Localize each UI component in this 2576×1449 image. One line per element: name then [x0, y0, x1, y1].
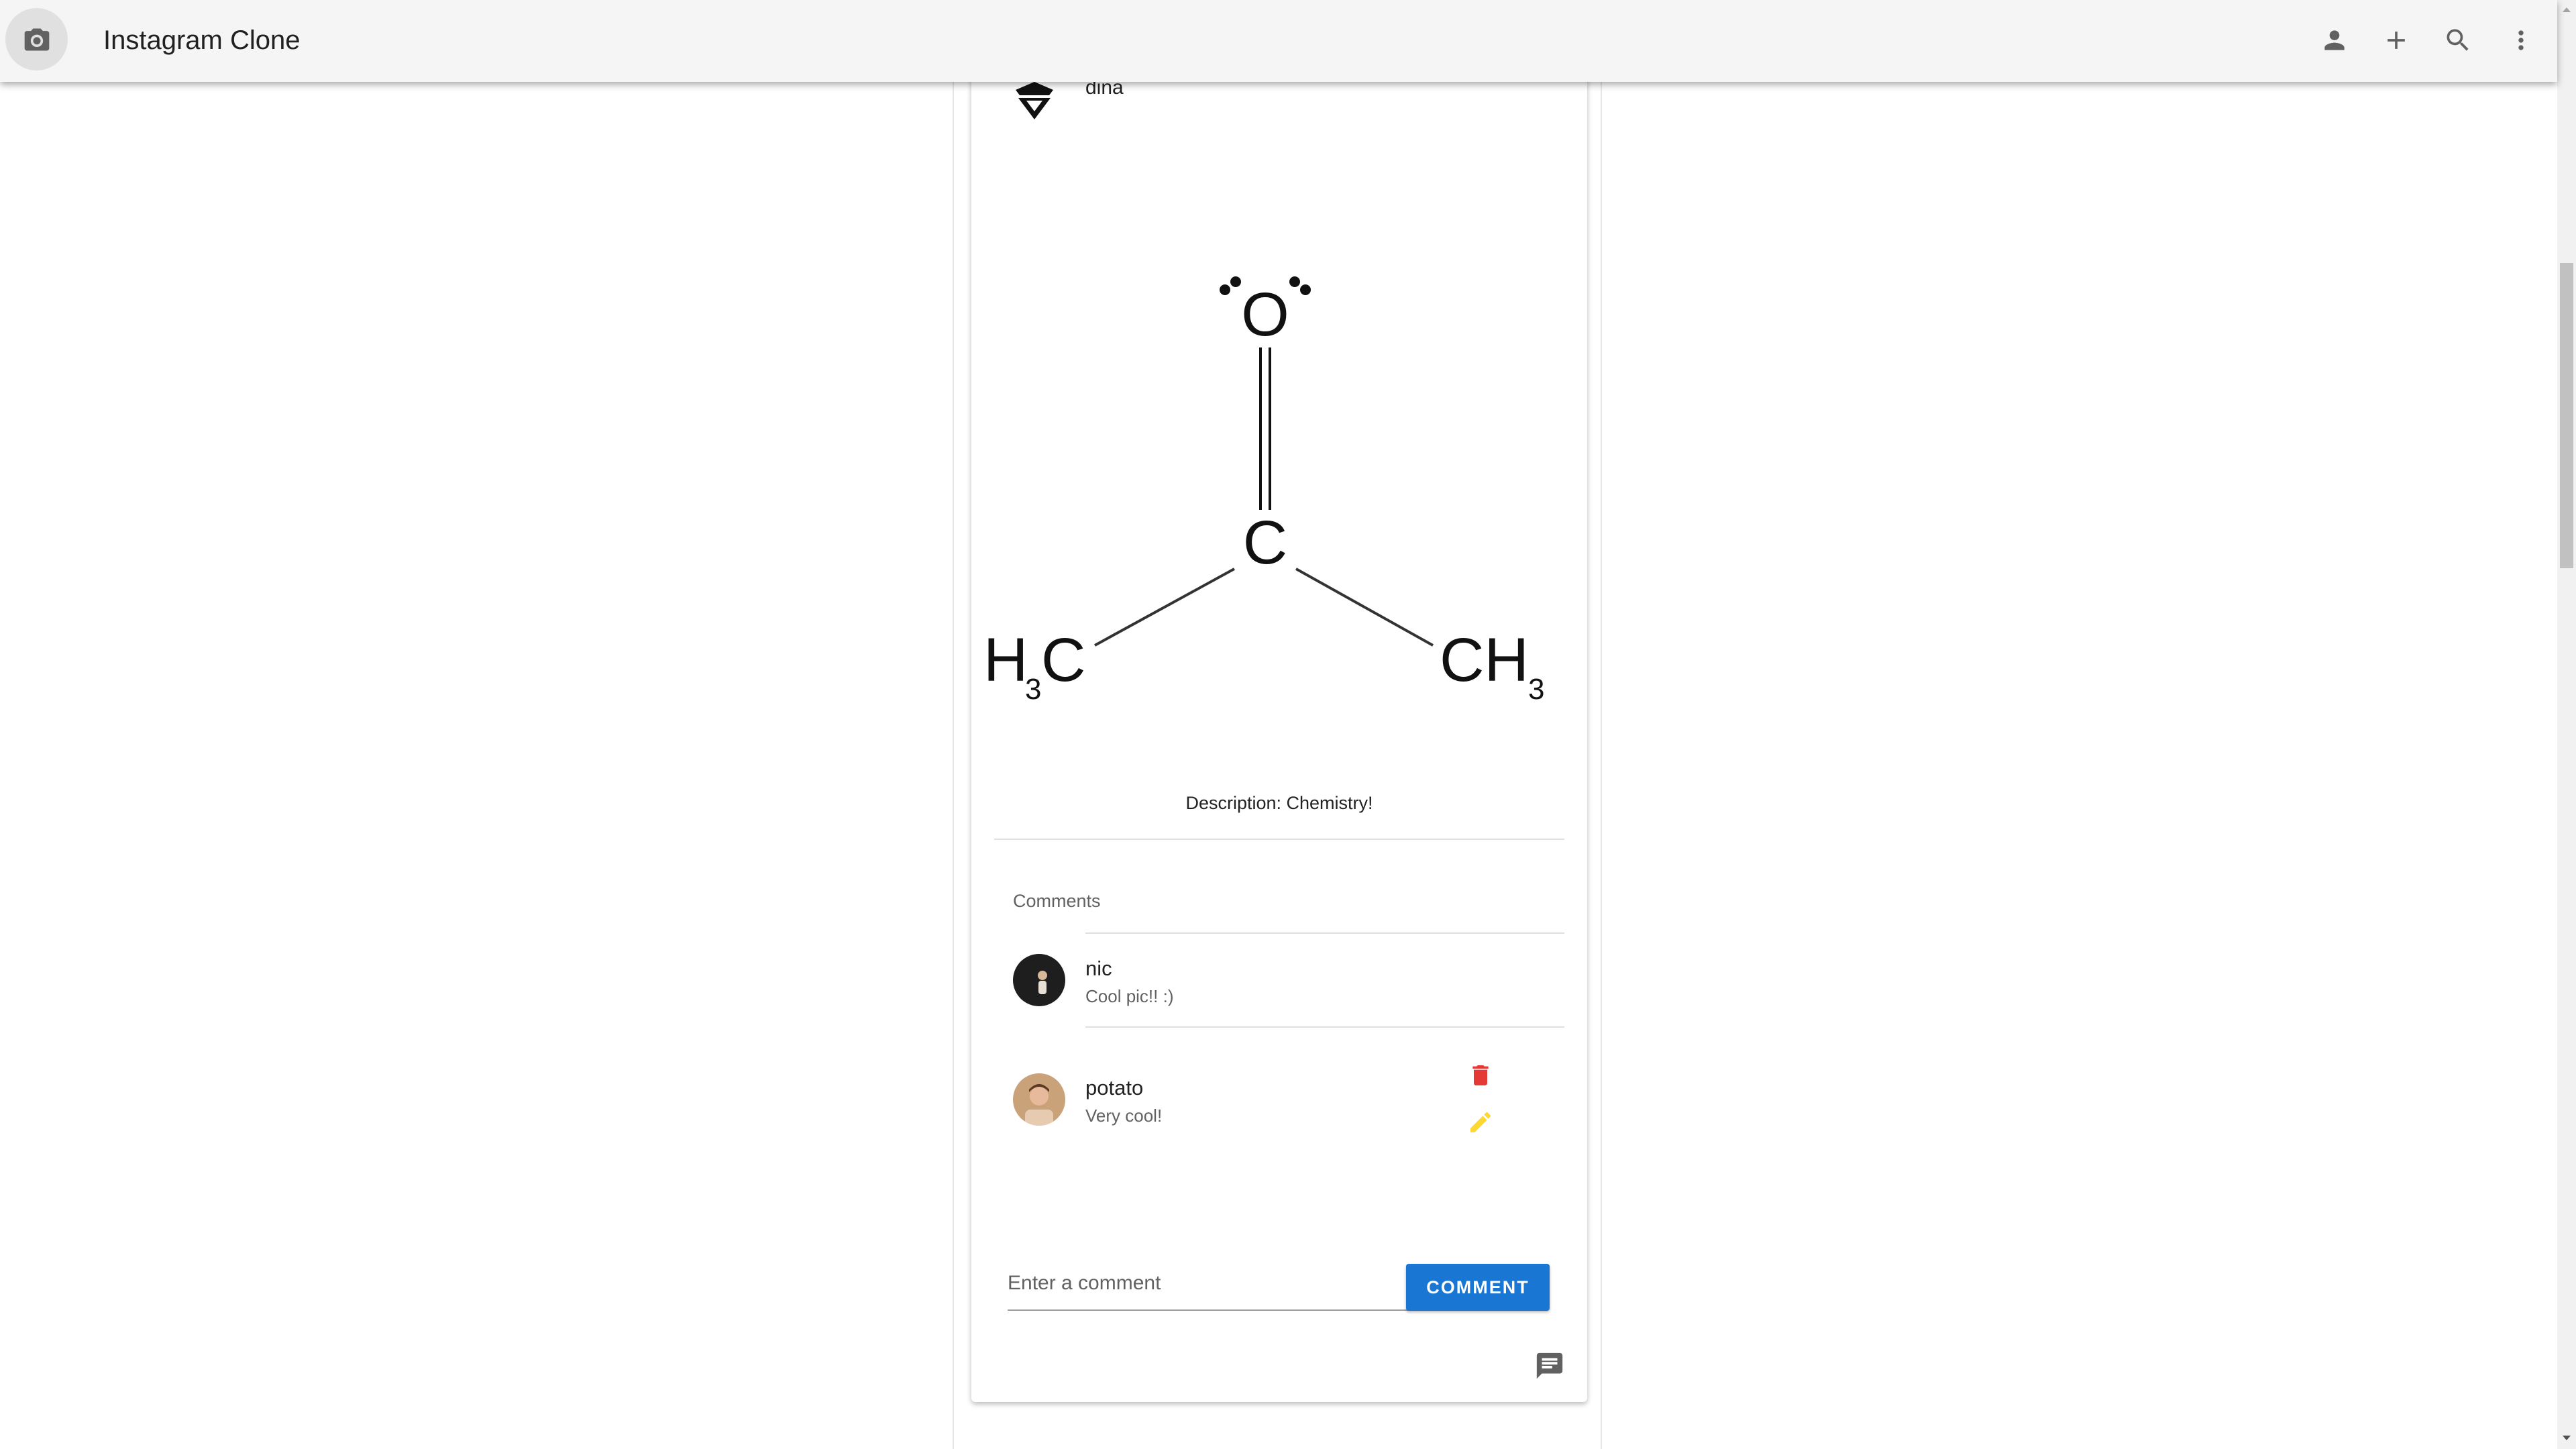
post-author-avatar[interactable]	[1012, 74, 1057, 127]
feed-right-border	[1601, 82, 1602, 1449]
comment-text: Very cool!	[1085, 1106, 1163, 1126]
edit-icon[interactable]	[1465, 1107, 1496, 1138]
app-bar: Instagram Clone	[0, 0, 2557, 82]
add-icon[interactable]	[2377, 21, 2415, 59]
comments-divider	[1085, 932, 1564, 934]
more-vert-icon[interactable]	[2502, 21, 2540, 59]
avatar[interactable]	[1013, 1073, 1065, 1126]
delete-icon[interactable]	[1465, 1060, 1496, 1091]
comment-item: nic Cool pic!! :)	[1013, 954, 1563, 1028]
search-icon[interactable]	[2439, 21, 2477, 59]
feed-left-border	[953, 82, 954, 1449]
comment-divider	[1085, 1026, 1564, 1028]
avatar[interactable]	[1013, 954, 1065, 1006]
description-divider	[994, 839, 1564, 840]
comment-text: Cool pic!! :)	[1085, 986, 1174, 1006]
post-description: Description: Chemistry!	[1185, 793, 1373, 813]
dina-avatar-icon	[1016, 82, 1053, 119]
comment-username[interactable]: potato	[1085, 1076, 1143, 1100]
comments-header: Comments	[1013, 891, 1101, 911]
camera-icon[interactable]	[5, 8, 68, 70]
scroll-down-icon[interactable]	[2561, 1433, 2572, 1444]
left-subscript-label: 3	[1025, 673, 1041, 706]
scroll-up-icon[interactable]	[2561, 4, 2572, 15]
comment-button[interactable]: COMMENT	[1406, 1264, 1550, 1311]
left-h-label: H	[983, 626, 1028, 694]
comment-username[interactable]: nic	[1085, 957, 1112, 981]
right-subscript-label: 3	[1528, 673, 1544, 706]
right-ch-label: CH	[1440, 626, 1529, 694]
carbon-label: C	[1243, 508, 1287, 577]
post-card: dina O C H 3 C CH 3 Description: Chemist…	[971, 40, 1587, 1402]
oxygen-label: O	[1241, 280, 1289, 349]
chat-icon[interactable]	[1532, 1348, 1567, 1383]
app-title: Instagram Clone	[103, 25, 301, 55]
person-icon[interactable]	[2316, 21, 2353, 59]
page-scrollbar[interactable]	[2557, 0, 2576, 1449]
comment-field	[1008, 1258, 1410, 1311]
post-image: O C H 3 C CH 3	[983, 276, 1544, 706]
left-c-label: C	[1041, 626, 1085, 694]
scroll-thumb[interactable]	[2560, 263, 2573, 568]
comment-input[interactable]	[1008, 1265, 1403, 1301]
